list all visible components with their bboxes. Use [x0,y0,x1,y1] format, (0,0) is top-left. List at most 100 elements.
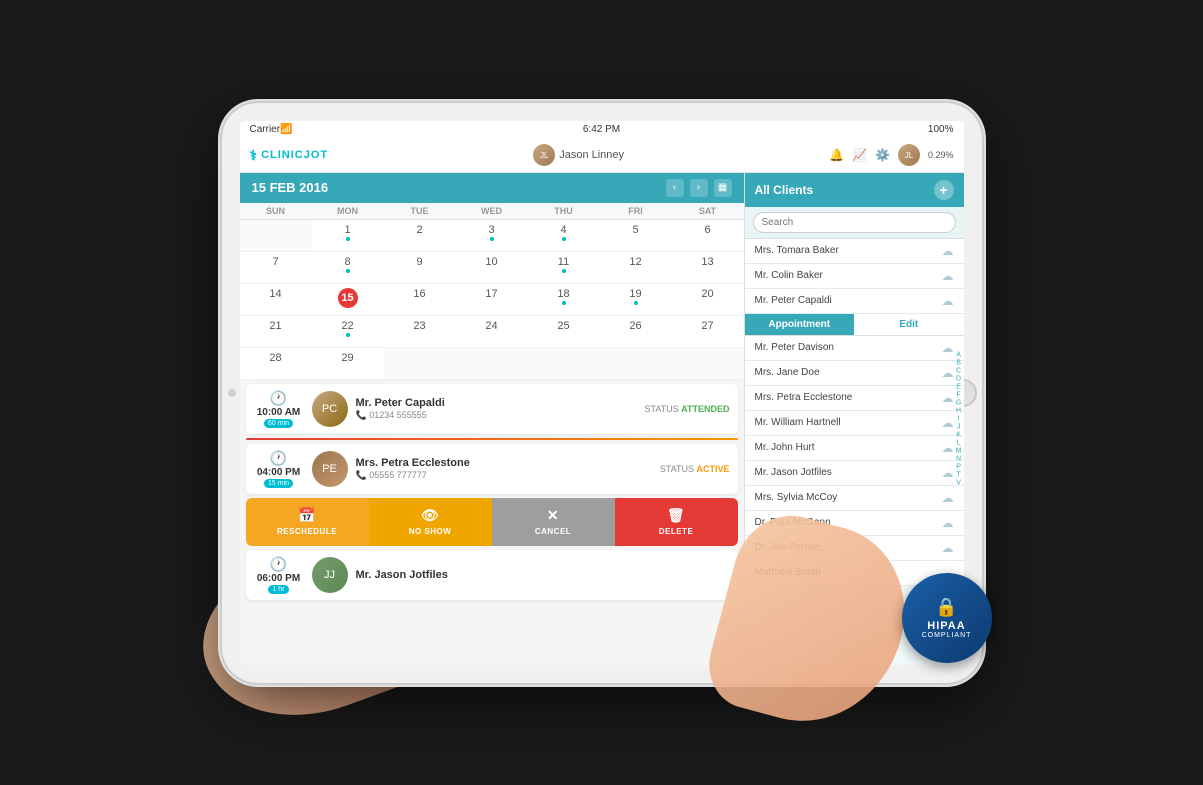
user-name: Jason Linney [559,149,624,161]
appt-time-1: 10:00 AM [257,407,301,418]
alpha-j[interactable]: J [956,423,962,430]
alpha-f[interactable]: F [956,391,962,398]
no-show-button[interactable]: 👁 NO SHOW [369,498,492,546]
cal-cell-16[interactable]: 16 [384,284,456,316]
cal-cell-22[interactable]: 22 [312,316,384,348]
appt-phone-1: 📞 01234 555555 [356,410,637,421]
cal-cell-27[interactable]: 27 [672,316,744,348]
alpha-t[interactable]: T [956,471,962,478]
appointment-ecclestone[interactable]: 🕐 04:00 PM 15 min PE Mrs. Petra Ecclesto… [246,444,738,494]
profile-avatar[interactable]: JL [898,144,920,166]
cal-cell-13[interactable]: 13 [672,252,744,284]
alpha-n[interactable]: N [956,455,962,462]
cal-cell-2[interactable]: 2 [384,220,456,252]
client-item-mccoy[interactable]: Mrs. Sylvia McCoy ☁ [745,486,964,511]
alpha-p[interactable]: P [956,463,962,470]
alpha-v[interactable]: V [956,479,962,486]
alpha-m[interactable]: M [956,447,962,454]
alpha-e[interactable]: E [956,383,962,390]
calendar-title: 15 FEB 2016 [252,180,329,195]
cal-cell-28[interactable]: 28 [240,348,312,380]
alpha-h[interactable]: H [956,407,962,414]
bell-icon[interactable]: 🔔 [829,148,844,162]
appt-duration-3: 1 hr [268,585,288,594]
client-item-ecclestone[interactable]: Mrs. Petra Ecclestone ☁ [745,386,964,411]
cal-cell-8[interactable]: 8 [312,252,384,284]
gear-icon[interactable]: ⚙️ [875,148,890,162]
hipaa-badge: 🔒 HIPAA COMPLIANT [902,573,992,663]
cal-cell-11[interactable]: 11 [528,252,600,284]
cancel-button[interactable]: ✕ CANCEL [492,498,615,546]
cal-cell-1[interactable]: 1 [312,220,384,252]
cal-cell-14[interactable]: 14 [240,284,312,316]
cal-cell-21[interactable]: 21 [240,316,312,348]
cloud-icon: ☁ [942,541,954,555]
client-item-capaldi[interactable]: Mr. Peter Capaldi ☁ [745,289,964,314]
cal-cell-12[interactable]: 12 [600,252,672,284]
no-show-icon: 👁 [421,507,439,524]
cal-cell-18[interactable]: 18 [528,284,600,316]
cal-cell-7[interactable]: 7 [240,252,312,284]
cal-cell-19[interactable]: 19 [600,284,672,316]
client-item-hartnell[interactable]: Mr. William Hartnell ☁ [745,411,964,436]
client-item-baker-t[interactable]: Mrs. Tomara Baker ☁ [745,239,964,264]
cal-cell-empty3 [456,348,528,380]
search-input[interactable] [753,212,956,233]
battery-indicator: 0.29% [928,150,954,160]
day-headers: SUN MON TUE WED THU FRI SAT [240,203,744,220]
client-item-hurt[interactable]: Mr. John Hurt ☁ [745,436,964,461]
cal-cell-23[interactable]: 23 [384,316,456,348]
alpha-d[interactable]: D [956,375,962,382]
cal-cell-26[interactable]: 26 [600,316,672,348]
cal-cell-3[interactable]: 3 [456,220,528,252]
top-nav: ⚕ CLINICJOT JL Jason Linney 🔔 📈 ⚙️ JL 0.… [240,139,964,173]
delete-button[interactable]: 🗑 DELETE [615,498,738,546]
day-header-sat: SAT [672,203,744,219]
alpha-g[interactable]: G [956,399,962,406]
clock-icon-2: 🕐 [270,450,287,467]
alpha-k[interactable]: K [956,431,962,438]
alpha-i[interactable]: I [956,415,962,422]
cal-grid-view-btn[interactable]: ▦ [714,179,732,197]
delete-label: DELETE [659,527,694,536]
hipaa-lock-icon: 🔒 [935,597,957,618]
hipaa-sublabel: COMPLIANT [922,632,972,639]
client-item-baker-c[interactable]: Mr. Colin Baker ☁ [745,264,964,289]
cal-cell-25[interactable]: 25 [528,316,600,348]
day-header-sun: SUN [240,203,312,219]
appt-time-block-2: 🕐 04:00 PM 15 min [254,450,304,488]
cal-next-btn[interactable]: › [690,179,708,197]
cal-cell-20[interactable]: 20 [672,284,744,316]
cal-prev-btn[interactable]: ‹ [666,179,684,197]
cal-cell-17[interactable]: 17 [456,284,528,316]
cal-cell-9[interactable]: 9 [384,252,456,284]
cloud-icon: ☁ [942,491,954,505]
day-header-tue: TUE [384,203,456,219]
client-item-doe[interactable]: Mrs. Jane Doe ☁ [745,361,964,386]
alpha-c[interactable]: C [956,367,962,374]
tab-appointment[interactable]: Appointment [745,314,855,335]
search-bar [745,207,964,239]
client-name: Mr. William Hartnell [755,417,841,428]
alpha-b[interactable]: B [956,359,962,366]
cal-cell-10[interactable]: 10 [456,252,528,284]
cloud-icon: ☁ [942,294,954,308]
alpha-l[interactable]: L [956,439,962,446]
add-client-button[interactable]: + [934,180,954,200]
tab-edit[interactable]: Edit [854,314,964,335]
logo-icon: ⚕ [250,147,258,164]
cal-cell-15-today[interactable]: 15 [312,284,384,316]
client-item-jotfiles[interactable]: Mr. Jason Jotfiles ☁ [745,461,964,486]
client-item-davison[interactable]: Mr. Peter Davison ☁ [745,336,964,361]
alpha-a[interactable]: A [956,351,962,358]
cal-cell-4[interactable]: 4 [528,220,600,252]
cal-cell-6[interactable]: 6 [672,220,744,252]
chart-icon[interactable]: 📈 [852,148,867,162]
cal-cell-24[interactable]: 24 [456,316,528,348]
cal-cell-29[interactable]: 29 [312,348,384,380]
appointment-capaldi[interactable]: 🕐 10:00 AM 60 min PC Mr. Peter Capaldi 📞… [246,384,738,434]
cal-cell-5[interactable]: 5 [600,220,672,252]
appt-time-3: 06:00 PM [257,573,300,584]
reschedule-button[interactable]: 📅 RESCHEDULE [246,498,369,546]
appointment-jotfiles[interactable]: 🕐 06:00 PM 1 hr JJ Mr. Jason Jotfiles [246,550,738,600]
